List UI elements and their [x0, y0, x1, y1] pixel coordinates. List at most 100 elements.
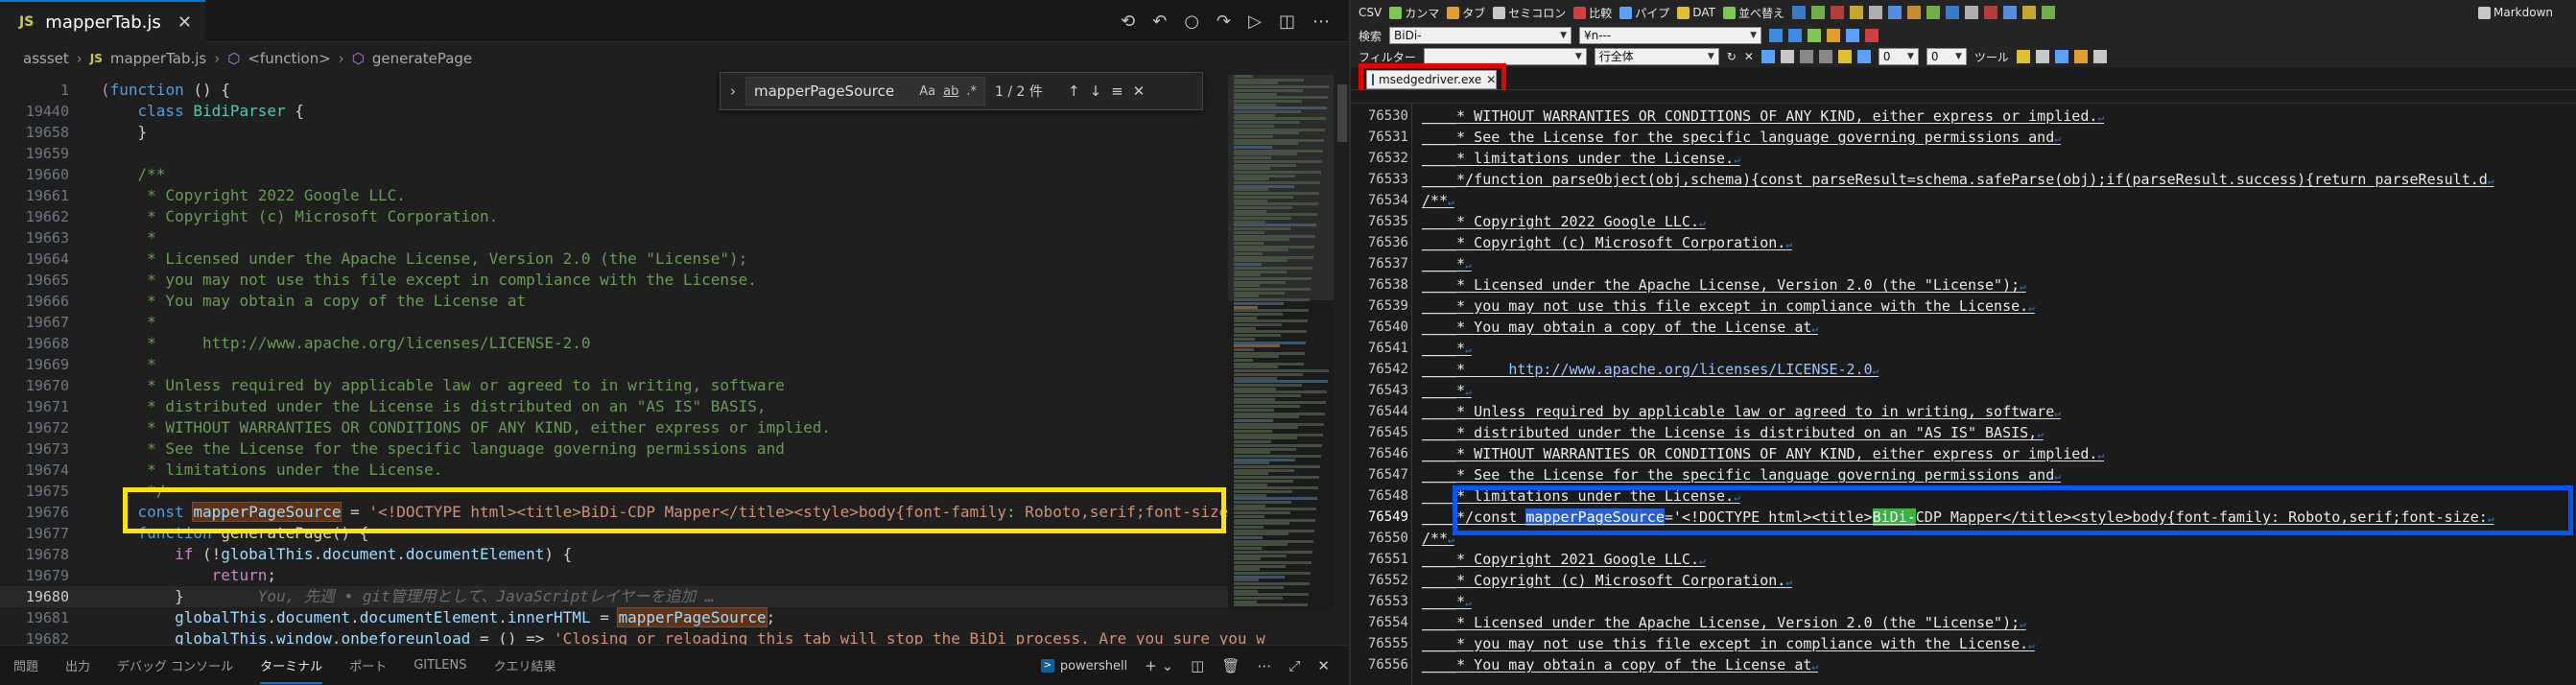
toolbar-icon[interactable]	[1868, 6, 1882, 19]
code-line[interactable]: 19671 * distributed under the License is…	[0, 396, 1228, 417]
code-line[interactable]: 19665 * you may not use this file except…	[0, 270, 1228, 291]
terminal-selector[interactable]: > powershell	[1040, 659, 1127, 673]
trash-icon[interactable]: 🗑	[1221, 657, 1240, 674]
text-line[interactable]: 76551 ____* Copyright 2021 Google LLC.↵	[1351, 549, 2576, 570]
more-actions-icon[interactable]: ⋯	[1257, 657, 1271, 674]
toolbar-icon[interactable]	[2041, 6, 2055, 19]
replace-all-icon[interactable]	[1865, 29, 1879, 42]
code-line[interactable]: 19679 return;	[0, 565, 1228, 586]
new-terminal-icon[interactable]: + ⌄	[1145, 657, 1173, 674]
mark-icon[interactable]	[1808, 29, 1822, 42]
text-line[interactable]: 76554 ____* Licensed under the Apache Lic…	[1351, 612, 2576, 633]
toolbar-button[interactable]: Markdown	[2478, 6, 2553, 19]
text-line[interactable]: 76530 ____* WITHOUT WARRANTIES OR CONDITI…	[1351, 106, 2576, 127]
search-next-icon[interactable]	[1788, 29, 1803, 42]
tab-mapperTab-js[interactable]: JS mapperTab.js ✕	[0, 0, 205, 42]
number-combo-1[interactable]: 0 ▼	[1878, 48, 1919, 65]
breadcrumb-generatePage[interactable]: generatePage	[372, 50, 472, 67]
code-line[interactable]: 19666 * You may obtain a copy of the Lic…	[0, 291, 1228, 312]
tool-icon-5[interactable]	[2092, 50, 2107, 63]
panel-tab[interactable]: ポート	[349, 656, 387, 674]
toolbar-button[interactable]: 比較	[1573, 5, 1612, 21]
code-line[interactable]: 19664 * Licensed under the Apache Licens…	[0, 248, 1228, 270]
filter-apply-icon[interactable]	[1761, 50, 1775, 63]
code-line[interactable]: 19669 *	[0, 354, 1228, 375]
code-line[interactable]: 19678 if (!globalThis.document.documentE…	[0, 544, 1228, 565]
tool-icon-2[interactable]	[2035, 50, 2049, 63]
close-icon[interactable]: ✕	[1486, 73, 1496, 86]
replace-combo[interactable]: ¥n--- ▼	[1579, 27, 1762, 44]
minimap[interactable]	[1228, 75, 1334, 612]
panel-tab[interactable]: 出力	[65, 656, 90, 674]
code-line[interactable]: 19677 function generatePage() {	[0, 523, 1228, 544]
code-editor[interactable]: 1 (function () {19440 class BidiParser {1…	[0, 75, 1265, 648]
text-line[interactable]: 76552 ____* Copyright (c) Microsoft Corpo…	[1351, 570, 2576, 591]
toolbar-icon[interactable]	[1906, 6, 1921, 19]
filter-clear-icon[interactable]	[1780, 50, 1794, 63]
text-line[interactable]: 76543 ____*↵	[1351, 380, 2576, 401]
toolbar-icon[interactable]	[1887, 6, 1902, 19]
filter-combo[interactable]: ▼	[1423, 48, 1587, 65]
text-line[interactable]: 76539 ____* you may not use this file exc…	[1351, 295, 2576, 317]
text-line[interactable]: 76547 ____* See the License for the speci…	[1351, 464, 2576, 485]
close-icon[interactable]: ✕	[1133, 83, 1146, 100]
toolbar-icon[interactable]	[1810, 6, 1825, 19]
text-line[interactable]: 76533 ____*/function parseObject(obj,sche…	[1351, 169, 2576, 190]
tool-icon-3[interactable]	[2054, 50, 2068, 63]
toolbar-button[interactable]: DAT	[1677, 6, 1715, 19]
more-actions-icon[interactable]: ⋯	[1312, 12, 1330, 32]
scrollbar-thumb[interactable]	[1337, 84, 1347, 142]
filter-sort-icon[interactable]	[1856, 50, 1871, 63]
match-word-toggle[interactable]: ab	[943, 84, 958, 99]
panel-tab[interactable]: ターミナル	[260, 647, 323, 684]
find-in-selection-icon[interactable]: ≡	[1111, 83, 1123, 100]
text-line[interactable]: 76545 ____* distributed under the License…	[1351, 422, 2576, 443]
toolbar-button[interactable]: CSV	[1359, 6, 1382, 19]
text-line[interactable]: 76556 ____* You may obtain a copy of the …	[1351, 654, 2576, 675]
text-line[interactable]: 76548 ____* limitations under the License…	[1351, 485, 2576, 507]
text-line[interactable]: 76541 ____*↵	[1351, 338, 2576, 359]
text-line[interactable]: 76555 ____* you may not use this file exc…	[1351, 633, 2576, 654]
text-line[interactable]: 76549 ____*/const mapperPageSource='<!DOC…	[1351, 507, 2576, 528]
circle-icon[interactable]: ○	[1184, 12, 1199, 32]
toolbar-icon[interactable]	[2021, 6, 2036, 19]
split-terminal-icon[interactable]: ◫	[1191, 657, 1204, 674]
toolbar-icon[interactable]	[1926, 6, 1940, 19]
toolbar-icon[interactable]	[2002, 6, 2017, 19]
text-line[interactable]: 76537 ____*↵	[1351, 253, 2576, 274]
tools-label[interactable]: ツール	[1974, 49, 2009, 65]
toolbar-button[interactable]: 並べ替え	[1722, 5, 1784, 21]
code-line[interactable]: 19673 * See the License for the specific…	[0, 438, 1228, 460]
panel-tab[interactable]: 問題	[13, 656, 38, 674]
toolbar-button[interactable]: カンマ	[1389, 5, 1439, 21]
text-line[interactable]: 76553 ____*↵	[1351, 591, 2576, 612]
panel-tab[interactable]: デバッグ コンソール	[117, 656, 233, 674]
text-line[interactable]: 76550 /**↵	[1351, 528, 2576, 549]
text-line[interactable]: 76540 ____* You may obtain a copy of the …	[1351, 317, 2576, 338]
filter-mark-icon[interactable]	[1837, 50, 1852, 63]
breadcrumb-folder[interactable]: assset	[23, 50, 69, 67]
go-back-icon[interactable]: ↶	[1152, 12, 1167, 32]
arrow-down-icon[interactable]: ↓	[1090, 83, 1102, 100]
toolbar-icon[interactable]	[1964, 6, 1978, 19]
text-line[interactable]: 76534 /**↵	[1351, 190, 2576, 211]
code-line[interactable]: 19674 * limitations under the License.	[0, 460, 1228, 481]
breadcrumb-function[interactable]: <function>	[248, 50, 330, 67]
panel-tab[interactable]: GITLENS	[414, 658, 466, 673]
replace-icon[interactable]	[1846, 29, 1860, 42]
code-line[interactable]: 19667 *	[0, 312, 1228, 333]
refresh-icon[interactable]: ↻	[1727, 50, 1737, 63]
tool-icon-4[interactable]	[2073, 50, 2088, 63]
close-icon[interactable]: ✕	[177, 12, 192, 33]
vertical-scrollbar[interactable]	[1335, 75, 1349, 612]
history-icon[interactable]: ⟲	[1121, 12, 1135, 32]
match-case-toggle[interactable]: Aa	[919, 84, 935, 99]
toolbar-button[interactable]: パイプ	[1619, 5, 1669, 21]
close-icon[interactable]: ✕	[1744, 50, 1754, 63]
toolbar-button[interactable]: セミコロン	[1493, 5, 1566, 21]
scope-select[interactable]: 行全体 ▼	[1594, 48, 1719, 65]
split-editor-icon[interactable]: ◫	[1279, 12, 1295, 32]
arrow-up-icon[interactable]: ↑	[1068, 83, 1080, 100]
file-tab-msedgedriver[interactable]: msedgedriver.exe ✕	[1366, 70, 1497, 89]
find-input[interactable]: mapperPageSource Aa ab .*	[745, 77, 985, 106]
